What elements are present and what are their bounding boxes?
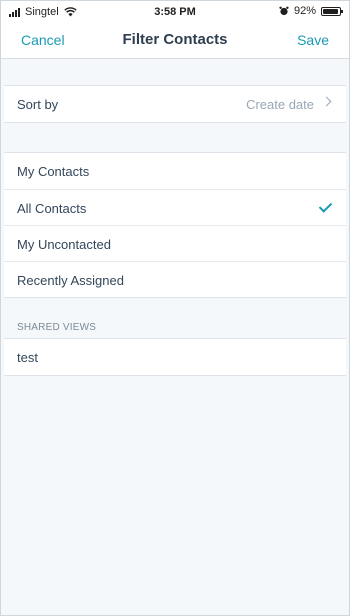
navigation-bar: Cancel Filter Contacts Save	[1, 23, 349, 59]
view-item-label: My Contacts	[17, 164, 90, 179]
view-item-label: My Uncontacted	[17, 237, 111, 252]
sort-by-value: Create date	[246, 97, 314, 112]
view-item-all-contacts[interactable]: All Contacts	[4, 189, 346, 225]
view-item-label: Recently Assigned	[17, 273, 124, 288]
shared-view-item-test[interactable]: test	[4, 339, 346, 375]
battery-percent: 92%	[293, 5, 316, 17]
sort-by-row[interactable]: Sort by Create date	[4, 86, 346, 122]
status-right: 92%	[279, 5, 343, 17]
sort-by-label: Sort by	[17, 97, 59, 112]
save-button[interactable]: Save	[297, 32, 329, 48]
checkmark-icon	[318, 199, 333, 213]
view-item-my-contacts[interactable]: My Contacts	[4, 153, 346, 189]
view-item-my-uncontacted[interactable]: My Uncontacted	[4, 225, 346, 261]
alarm-icon	[279, 6, 289, 16]
view-item-recently-assigned[interactable]: Recently Assigned	[4, 261, 346, 297]
shared-views-section: test	[4, 338, 346, 376]
shared-views-header: SHARED VIEWS	[17, 322, 97, 333]
shared-view-label: test	[17, 350, 38, 365]
battery-fill	[323, 8, 338, 14]
sort-section: Sort by Create date	[4, 85, 346, 123]
views-section: My Contacts All Contacts My Uncontacted …	[4, 152, 346, 298]
filter-contacts-screen: Singtel 3:58 PM 92% Cancel Filter Contac…	[0, 0, 350, 616]
view-item-label: All Contacts	[17, 201, 87, 216]
status-bar: Singtel 3:58 PM 92%	[1, 1, 349, 23]
chevron-right-icon	[321, 96, 332, 107]
battery-icon	[321, 6, 343, 16]
